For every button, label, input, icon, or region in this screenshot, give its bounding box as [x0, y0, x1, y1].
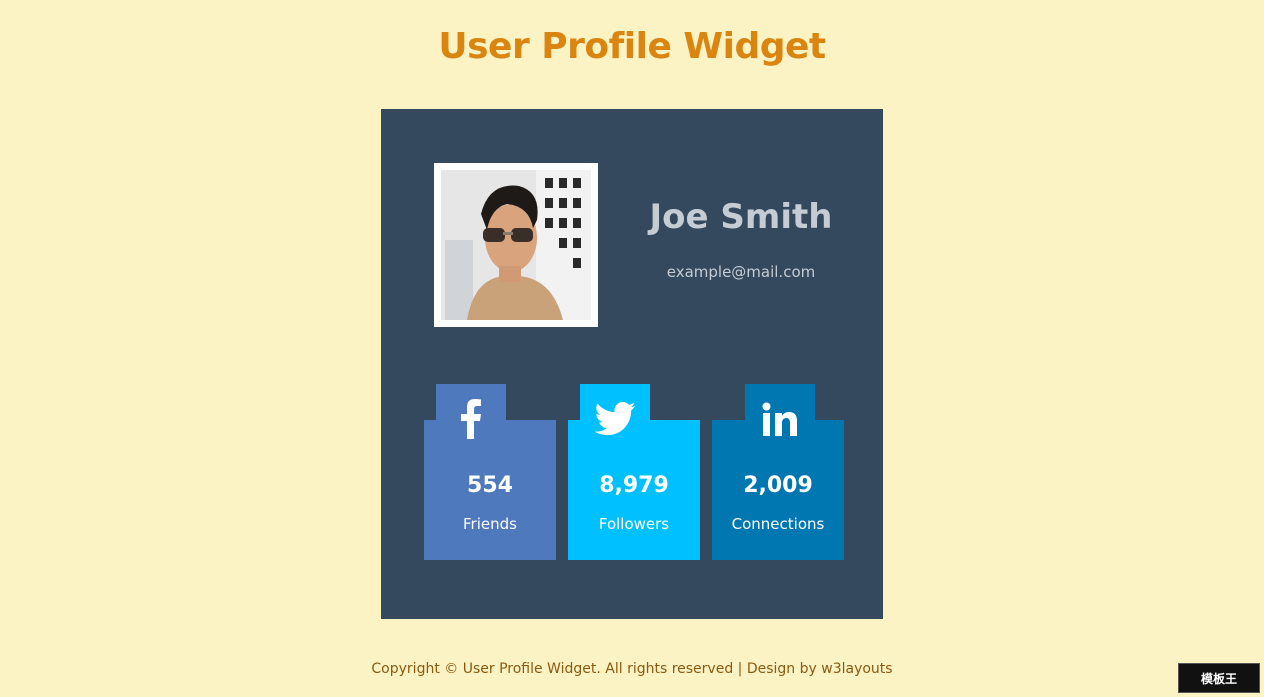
- profile-name: Joe Smith: [649, 197, 833, 237]
- twitter-stat[interactable]: 8,979 Followers: [568, 384, 700, 560]
- followers-label: Followers: [598, 515, 670, 533]
- twitter-icon[interactable]: [580, 394, 650, 444]
- followers-count: 8,979: [599, 473, 669, 498]
- profile-card: Joe Smith example@mail.com 554 Friends 8…: [381, 109, 883, 619]
- friends-count: 554: [467, 473, 513, 498]
- page-title: User Profile Widget: [438, 26, 826, 67]
- footer-copyright: Copyright © User Profile Widget. All rig…: [371, 661, 893, 677]
- facebook-icon[interactable]: [436, 394, 506, 444]
- facebook-stat[interactable]: 554 Friends: [424, 384, 556, 560]
- avatar-frame: [434, 163, 598, 327]
- linkedin-stat[interactable]: 2,009 Connections: [712, 384, 844, 560]
- connections-count: 2,009: [743, 473, 813, 498]
- linkedin-icon[interactable]: [745, 394, 815, 444]
- avatar: [441, 170, 591, 320]
- profile-email: example@mail.com: [666, 263, 816, 281]
- connections-label: Connections: [731, 515, 825, 533]
- watermark-logo: 模板王: [1178, 663, 1260, 693]
- friends-label: Friends: [463, 515, 517, 533]
